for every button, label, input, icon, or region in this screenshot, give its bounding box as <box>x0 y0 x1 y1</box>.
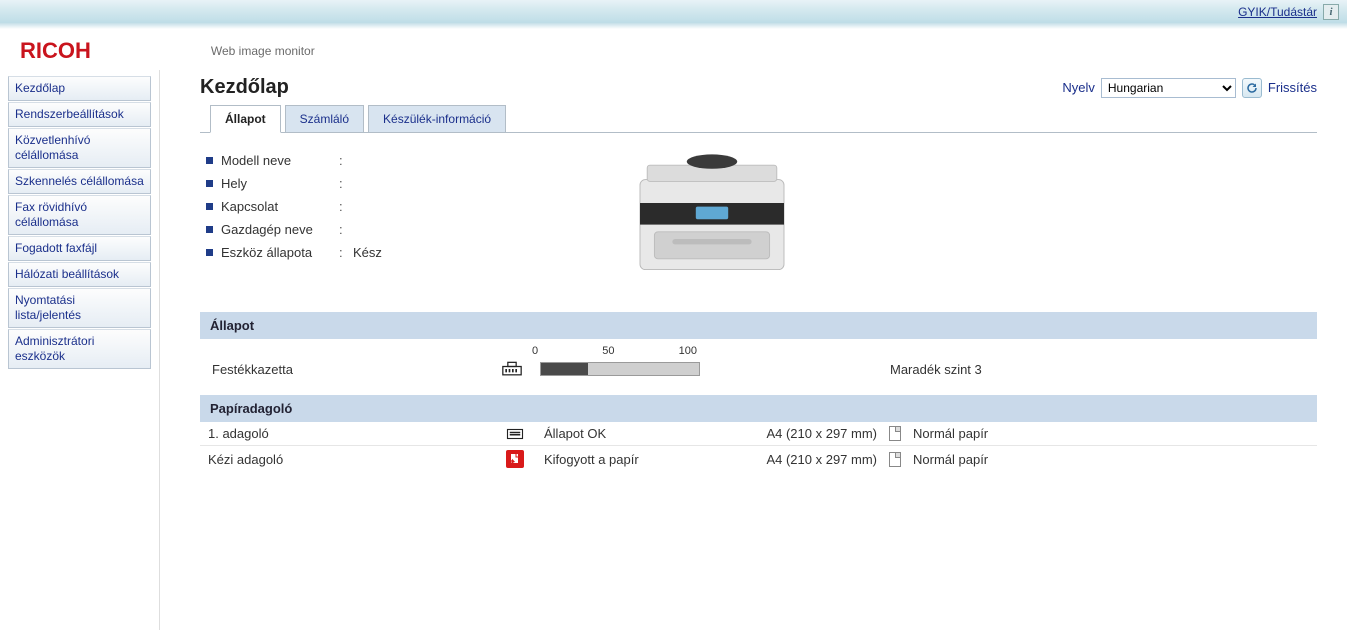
sidebar-item-print-list-report[interactable]: Nyomtatási lista/jelentés <box>8 288 151 328</box>
device-properties: Modell neve : Hely : Kapcsolat : <box>200 149 382 264</box>
tray-paper-type: Normál papír <box>913 452 1309 467</box>
logo: RICOH <box>20 38 91 64</box>
refresh-link[interactable]: Frissítés <box>1268 80 1317 95</box>
tray-status-icon-error <box>506 450 536 468</box>
faq-link[interactable]: GYIK/Tudástár <box>1238 5 1317 19</box>
sidebar-item-network-settings[interactable]: Hálózati beállítások <box>8 262 151 287</box>
row-model-name: Modell neve : <box>206 149 382 172</box>
tray-ok-icon <box>506 427 524 441</box>
sidebar-item-scan-dest[interactable]: Szkennelés célállomása <box>8 169 151 194</box>
language-label: Nyelv <box>1062 80 1095 95</box>
main-content: Kezdőlap Nyelv Hungarian Frissítés Állap… <box>160 70 1347 492</box>
tray-status-icon-ok <box>506 427 536 441</box>
bullet-icon <box>206 249 213 256</box>
bullet-icon <box>206 226 213 233</box>
tray-paper-size: A4 (210 x 297 mm) <box>747 426 877 441</box>
language-controls: Nyelv Hungarian Frissítés <box>1062 78 1317 98</box>
portrait-icon <box>889 452 901 467</box>
table-row: 1. adagoló Állapot OK A4 (210 x 297 mm) … <box>200 422 1317 446</box>
sidebar-item-received-fax-file[interactable]: Fogadott faxfájl <box>8 236 151 261</box>
portrait-icon <box>889 426 901 441</box>
sidebar-item-home[interactable]: Kezdőlap <box>8 76 151 101</box>
section-heading-paper: Papíradagoló <box>200 395 1317 422</box>
header-subtitle: Web image monitor <box>211 44 315 58</box>
row-host-name: Gazdagép neve : <box>206 218 382 241</box>
toner-row: Festékkazetta Maradék szint 3 <box>204 359 1313 385</box>
row-location: Hely : <box>206 172 382 195</box>
tray-status-text: Állapot OK <box>544 426 739 441</box>
scale-max: 100 <box>679 345 697 357</box>
sidebar-item-system-settings[interactable]: Rendszerbeállítások <box>8 102 151 127</box>
tray-status-text: Kifogyott a papír <box>544 452 739 467</box>
tabs: Állapot Számláló Készülék-információ <box>200 105 1317 133</box>
toner-scale: 0 50 100 <box>532 345 697 359</box>
sidebar: Kezdőlap Rendszerbeállítások Közvetlenhí… <box>0 70 160 630</box>
toner-bar <box>540 362 700 376</box>
refresh-button[interactable] <box>1242 78 1262 98</box>
toner-cartridge-icon <box>502 361 522 377</box>
refresh-icon <box>1246 82 1258 94</box>
top-bar: GYIK/Tudástár i <box>0 0 1347 24</box>
row-contact: Kapcsolat : <box>206 195 382 218</box>
row-device-status: Eszköz állapota : Kész <box>206 241 382 264</box>
sidebar-item-admin-tools[interactable]: Adminisztrátori eszközök <box>8 329 151 369</box>
tray-paper-type: Normál papír <box>913 426 1309 441</box>
tray-name: 1. adagoló <box>208 426 498 441</box>
tray-paper-size: A4 (210 x 297 mm) <box>747 452 877 467</box>
toner-label: Festékkazetta <box>212 362 502 377</box>
paper-table: 1. adagoló Állapot OK A4 (210 x 297 mm) … <box>200 422 1317 472</box>
device-overview: Modell neve : Hely : Kapcsolat : <box>200 149 1317 296</box>
page-title: Kezdőlap <box>200 76 289 99</box>
language-select[interactable]: Hungarian <box>1101 78 1236 98</box>
sidebar-item-quick-dial-dest[interactable]: Közvetlenhívó célállomása <box>8 128 151 168</box>
info-icon[interactable]: i <box>1323 4 1339 20</box>
tab-status[interactable]: Állapot <box>210 105 281 133</box>
bullet-icon <box>206 157 213 164</box>
printer-icon <box>622 149 802 293</box>
scale-mid: 50 <box>602 345 614 357</box>
status-section: 0 50 100 Festékkazetta Maradék szint 3 <box>200 339 1317 395</box>
tab-device-info[interactable]: Készülék-információ <box>368 105 506 133</box>
sidebar-item-fax-speed-dial-dest[interactable]: Fax rövidhívó célállomása <box>8 195 151 235</box>
bullet-icon <box>206 203 213 210</box>
tray-name: Kézi adagoló <box>208 452 498 467</box>
toner-remaining-text: Maradék szint 3 <box>890 362 982 377</box>
bullet-icon <box>206 180 213 187</box>
section-heading-status: Állapot <box>200 312 1317 339</box>
tab-counter[interactable]: Számláló <box>285 105 364 133</box>
paper-out-icon <box>509 453 521 465</box>
toner-bar-fill <box>541 363 588 375</box>
printer-image <box>622 149 802 296</box>
header: RICOH Web image monitor <box>0 24 1347 70</box>
scale-min: 0 <box>532 345 538 357</box>
table-row: Kézi adagoló Kifogyott a papír A4 (210 x… <box>200 446 1317 472</box>
